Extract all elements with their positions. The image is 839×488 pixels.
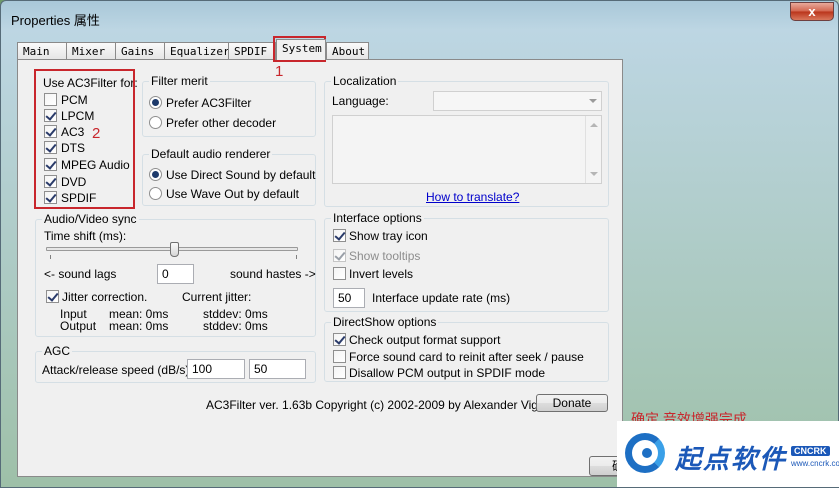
slider-tick bbox=[296, 255, 297, 259]
prefer-ac3filter-label: Prefer AC3Filter bbox=[166, 96, 252, 110]
disallow-pcm-checkbox[interactable] bbox=[333, 366, 346, 379]
tab-about[interactable]: About bbox=[326, 42, 369, 60]
time-shift-label: Time shift (ms): bbox=[44, 229, 127, 243]
output-mean: mean: 0ms bbox=[109, 319, 169, 333]
check-output-format-checkbox[interactable] bbox=[333, 333, 346, 346]
show-tray-icon-checkbox[interactable] bbox=[333, 229, 346, 242]
localization-title: Localization bbox=[331, 74, 399, 88]
release-speed-input[interactable]: 50 bbox=[249, 359, 306, 379]
scroll-down-icon[interactable] bbox=[590, 172, 598, 176]
annotation-number-1: 1 bbox=[275, 63, 284, 80]
sound-hastes-label: sound hastes -> bbox=[230, 267, 316, 281]
output-label: Output bbox=[60, 319, 97, 333]
donate-button[interactable]: Donate bbox=[536, 394, 608, 412]
slider-tick bbox=[50, 255, 51, 259]
update-rate-input[interactable]: 50 bbox=[333, 288, 365, 308]
tab-equalizer[interactable]: Equalizer bbox=[164, 42, 230, 60]
current-jitter-label: Current jitter: bbox=[182, 290, 252, 304]
invert-levels-checkbox[interactable] bbox=[333, 267, 346, 280]
textarea-scrollbar[interactable] bbox=[585, 116, 601, 183]
show-tooltips-label: Show tooltips bbox=[349, 249, 421, 263]
time-shift-slider-thumb[interactable] bbox=[170, 242, 179, 257]
window-title: Properties 属性 bbox=[11, 13, 100, 28]
close-button[interactable]: x bbox=[790, 2, 834, 21]
wave-out-radio[interactable] bbox=[149, 187, 162, 200]
force-reinit-checkbox[interactable] bbox=[333, 350, 346, 363]
attack-speed-input[interactable]: 100 bbox=[187, 359, 245, 379]
annotation-box-use-for bbox=[34, 69, 135, 209]
filter-merit-title: Filter merit bbox=[149, 74, 210, 88]
jitter-correction-checkbox[interactable] bbox=[46, 290, 59, 303]
chevron-down-icon bbox=[589, 99, 597, 103]
logo-badge: CNCRK bbox=[791, 446, 830, 456]
scroll-up-icon[interactable] bbox=[590, 123, 598, 127]
watermark-logo: 起点软件 CNCRK www.cncrk.com bbox=[617, 421, 839, 487]
show-tooltips-checkbox[interactable] bbox=[333, 249, 346, 262]
wave-out-label: Use Wave Out by default bbox=[166, 187, 299, 201]
agc-title: AGC bbox=[42, 344, 73, 358]
logo-sub: www.cncrk.com bbox=[791, 459, 839, 468]
jitter-correction-label: Jitter correction. bbox=[62, 290, 148, 304]
invert-levels-label: Invert levels bbox=[349, 267, 414, 281]
av-sync-title: Audio/Video sync bbox=[42, 212, 139, 226]
direct-sound-radio[interactable] bbox=[149, 168, 162, 181]
tab-spdif[interactable]: SPDIF bbox=[228, 42, 276, 60]
direct-sound-label: Use Direct Sound by default bbox=[166, 168, 316, 182]
translation-textarea[interactable] bbox=[332, 115, 602, 184]
version-text: AC3Filter ver. 1.63b Copyright (c) 2002-… bbox=[206, 398, 569, 412]
language-select[interactable] bbox=[433, 91, 602, 111]
logo-icon bbox=[625, 433, 665, 473]
logo-text: 起点软件 bbox=[675, 444, 788, 474]
attack-release-label: Attack/release speed (dB/s): bbox=[42, 363, 193, 377]
sound-lags-label: <- sound lags bbox=[44, 267, 117, 281]
tab-system[interactable]: System bbox=[276, 39, 326, 60]
tab-gains[interactable]: Gains bbox=[115, 42, 165, 60]
output-stddev: stddev: 0ms bbox=[203, 319, 268, 333]
directshow-title: DirectShow options bbox=[331, 315, 439, 329]
tab-main[interactable]: Main bbox=[17, 42, 67, 60]
show-tray-icon-label: Show tray icon bbox=[349, 229, 428, 243]
language-label: Language: bbox=[332, 94, 389, 108]
title-bar[interactable]: Properties 属性 x bbox=[1, 1, 839, 35]
interface-title: Interface options bbox=[331, 211, 424, 225]
how-to-translate-link[interactable]: How to translate? bbox=[426, 190, 519, 204]
prefer-other-radio[interactable] bbox=[149, 116, 162, 129]
prefer-other-label: Prefer other decoder bbox=[166, 116, 277, 130]
renderer-title: Default audio renderer bbox=[149, 147, 273, 161]
update-rate-label: Interface update rate (ms) bbox=[372, 291, 511, 305]
force-reinit-label: Force sound card to reinit after seek / … bbox=[349, 350, 584, 364]
check-output-format-label: Check output format support bbox=[349, 333, 501, 347]
annotation-number-2: 2 bbox=[92, 125, 101, 142]
properties-window: Properties 属性 x Main Mixer Gains Equaliz… bbox=[0, 0, 839, 488]
time-shift-input[interactable]: 0 bbox=[157, 264, 194, 284]
tab-mixer[interactable]: Mixer bbox=[66, 42, 116, 60]
disallow-pcm-label: Disallow PCM output in SPDIF mode bbox=[349, 366, 546, 380]
prefer-ac3filter-radio[interactable] bbox=[149, 96, 162, 109]
